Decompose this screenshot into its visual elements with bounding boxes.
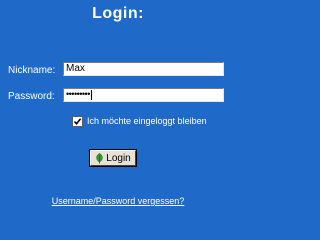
login-button-label: Login <box>106 152 131 164</box>
password-row: Password: ••••••••• <box>8 88 224 104</box>
login-button[interactable]: Login <box>89 149 137 167</box>
forgot-credentials-link[interactable]: Username/Password vergessen? <box>0 196 236 206</box>
login-panel: Login: Nickname: Max Password: •••••••••… <box>0 0 236 216</box>
remember-me-label[interactable]: Ich möchte eingeloggt bleiben <box>87 116 207 126</box>
nickname-input[interactable]: Max <box>63 62 224 76</box>
text-caret <box>90 90 92 101</box>
nickname-value: Max <box>66 63 85 74</box>
password-label: Password: <box>8 90 55 102</box>
nickname-row: Nickname: Max <box>8 62 224 78</box>
leaf-icon <box>96 152 103 163</box>
nickname-label: Nickname: <box>8 64 56 76</box>
checkmark-icon <box>73 117 82 125</box>
password-input[interactable]: ••••••••• <box>63 88 224 102</box>
password-value: ••••••••• <box>66 89 90 99</box>
remember-me-checkbox[interactable] <box>72 115 83 127</box>
login-title: Login: <box>92 5 144 22</box>
remember-me-row: Ich möchte eingeloggt bleiben <box>72 115 207 127</box>
